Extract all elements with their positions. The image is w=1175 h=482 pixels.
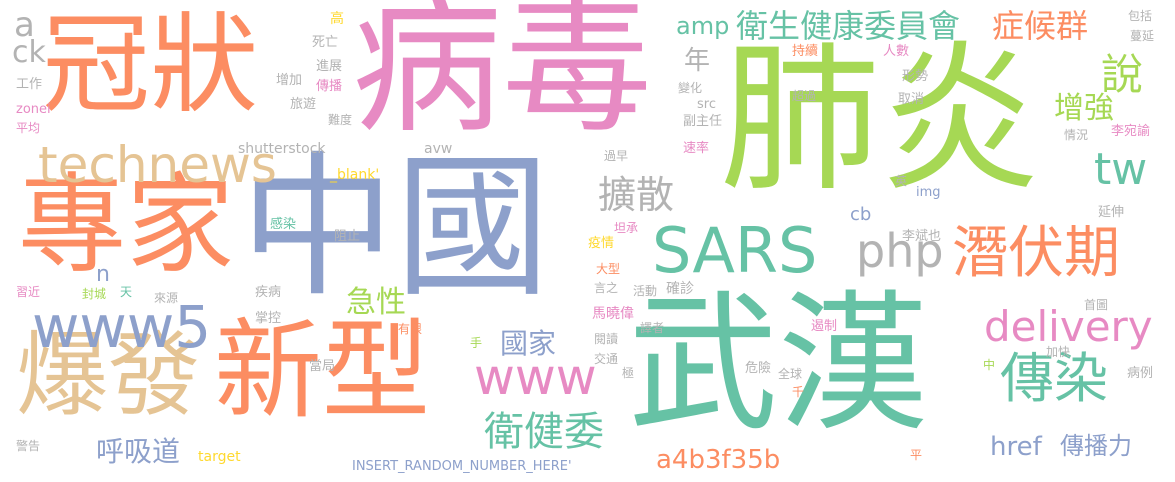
cloud-word: 傳播力 bbox=[1060, 432, 1132, 460]
cloud-word: 死亡 bbox=[312, 35, 339, 50]
cloud-word: 活動 bbox=[633, 284, 658, 298]
cloud-word: 增強 bbox=[1054, 91, 1114, 126]
cloud-word: 阻止 bbox=[334, 229, 361, 244]
cloud-word: avw bbox=[424, 141, 453, 157]
cloud-word: 交通 bbox=[594, 352, 619, 366]
cloud-word: zonei bbox=[16, 102, 51, 117]
cloud-word: 包括 bbox=[1128, 9, 1153, 23]
cloud-word: 人數 bbox=[883, 44, 910, 59]
cloud-word: 全球 bbox=[778, 367, 803, 381]
cloud-word: 封城 bbox=[82, 287, 107, 301]
cloud-word: INSERT_RANDOM_NUMBER_HERE' bbox=[352, 459, 572, 474]
cloud-word: 工作 bbox=[16, 77, 43, 92]
cloud-word: href bbox=[990, 432, 1042, 462]
cloud-word: 呼吸道 bbox=[96, 435, 181, 468]
cloud-word: SARS bbox=[652, 214, 818, 287]
cloud-word: 李斌也 bbox=[902, 229, 942, 244]
cloud-word: 當局 bbox=[309, 359, 336, 374]
cloud-word: 衛生健康委員會 bbox=[736, 7, 961, 45]
cloud-word: 難度 bbox=[328, 113, 353, 127]
cloud-word: 病毒 bbox=[352, 0, 653, 154]
cloud-word: amp bbox=[676, 12, 730, 40]
cloud-word: 馬曉偉 bbox=[592, 306, 634, 322]
cloud-word: _blank' bbox=[330, 167, 380, 183]
cloud-word: tw bbox=[1094, 144, 1148, 195]
cloud-word: 危險 bbox=[745, 361, 772, 376]
cloud-word: 遏制 bbox=[811, 319, 838, 334]
cloud-word: target bbox=[198, 449, 241, 465]
cloud-word: shutterstock bbox=[238, 141, 326, 157]
cloud-word: 言之 bbox=[594, 281, 619, 295]
cloud-word: img bbox=[916, 185, 941, 200]
cloud-word: 平均 bbox=[16, 121, 41, 135]
cloud-word: 衛健委 bbox=[484, 409, 604, 455]
cloud-word: 習近 bbox=[16, 285, 41, 299]
cloud-word: src bbox=[697, 97, 716, 112]
cloud-word: 取消 bbox=[898, 92, 925, 107]
cloud-word: 副主任 bbox=[683, 114, 723, 129]
cloud-word: 急性 bbox=[346, 285, 406, 320]
cloud-word: 肺炎 bbox=[720, 26, 1041, 213]
cloud-word: 速率 bbox=[683, 141, 710, 156]
cloud-word: n bbox=[96, 262, 110, 287]
cloud-word: 平 bbox=[910, 448, 923, 462]
cloud-word: 年 bbox=[684, 46, 711, 76]
cloud-word: 冠狀 bbox=[42, 3, 259, 128]
cloud-word: 來源 bbox=[154, 291, 179, 305]
cloud-word: 潛伏期 bbox=[952, 221, 1120, 286]
cloud-word: 擴散 bbox=[598, 173, 675, 217]
cloud-word: 疾病 bbox=[255, 285, 282, 300]
cloud-word: 有限 bbox=[398, 322, 423, 336]
word-cloud: 病毒 肺炎 武漢 中國 冠狀 專家 新型 爆發 technews www5 SARS 潛伏期 傳染 www… bbox=[0, 0, 1175, 482]
cloud-word: 加快 bbox=[1046, 345, 1071, 359]
cloud-word: 傳染 bbox=[1000, 347, 1108, 410]
cloud-word: 增加 bbox=[276, 73, 303, 88]
cloud-word: 持續 bbox=[792, 44, 819, 59]
cloud-word: 進展 bbox=[316, 59, 343, 74]
cloud-word: 大型 bbox=[596, 262, 621, 276]
cloud-word: 國家 bbox=[500, 327, 557, 360]
cloud-word: 病例 bbox=[1127, 366, 1154, 381]
cloud-word: 感染 bbox=[270, 217, 297, 232]
cloud-word: 中 bbox=[983, 358, 996, 372]
cloud-word: 形勢 bbox=[902, 69, 929, 84]
cloud-word: a4b3f35b bbox=[656, 445, 781, 475]
cloud-word: 超過 bbox=[792, 89, 817, 103]
cloud-word: 旅遊 bbox=[290, 97, 317, 112]
cloud-word: 英 bbox=[895, 174, 908, 188]
cloud-word: 疫情 bbox=[588, 236, 615, 251]
cloud-word: 延伸 bbox=[1098, 205, 1125, 220]
cloud-word: 天 bbox=[120, 285, 133, 299]
cloud-word: ck bbox=[12, 35, 46, 70]
cloud-word: 變化 bbox=[678, 81, 703, 95]
cloud-word: 閱讀 bbox=[594, 332, 619, 346]
cloud-word: 高 bbox=[330, 11, 344, 27]
cloud-word: 確診 bbox=[666, 281, 694, 297]
cloud-word: 蔓延 bbox=[1130, 29, 1155, 43]
cloud-word: 武漢 bbox=[628, 278, 929, 452]
cloud-word: 首圖 bbox=[1084, 298, 1109, 312]
cloud-word: 症候群 bbox=[992, 7, 1089, 45]
cloud-word: www5 bbox=[32, 293, 212, 361]
cloud-word: 千 bbox=[792, 385, 805, 399]
cloud-word: delivery bbox=[984, 302, 1153, 351]
cloud-word: 情況 bbox=[1064, 128, 1089, 142]
cloud-word: 坦承 bbox=[614, 221, 639, 235]
cloud-word: 傳播 bbox=[316, 79, 343, 94]
cloud-word: cb bbox=[850, 204, 872, 225]
cloud-word: 過早 bbox=[604, 149, 629, 163]
cloud-word: 李宛諭 bbox=[1111, 124, 1151, 139]
cloud-word: 警告 bbox=[16, 439, 41, 453]
cloud-word: 極 bbox=[622, 366, 635, 380]
cloud-word: 譯者 bbox=[640, 321, 665, 335]
cloud-word: 說 bbox=[1101, 50, 1144, 99]
cloud-word: 手 bbox=[470, 336, 483, 350]
cloud-word: 掌控 bbox=[255, 311, 282, 326]
